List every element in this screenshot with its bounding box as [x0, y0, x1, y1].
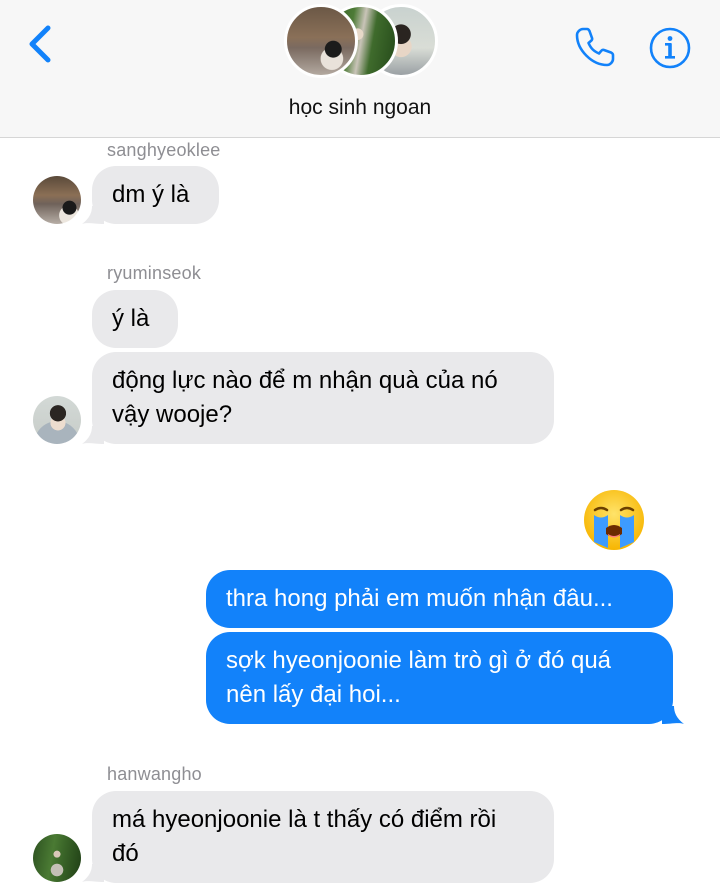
bubble-tail [662, 706, 684, 724]
message-text-line: sợk hyeonjoonie làm trò gì ở đó quá [226, 647, 612, 674]
message-text-line: vậy wooje? [112, 401, 233, 428]
message-text-line: má hyeonjoonie là t thấy có điểm rồi [112, 806, 497, 833]
info-icon [649, 27, 691, 69]
message-bubble[interactable]: động lực nào để m nhận quà của nó vậy wo… [92, 352, 554, 444]
group-member-avatar [284, 4, 358, 78]
message-bubble[interactable]: ý là [92, 290, 178, 348]
message-text-line: động lực nào để m nhận quà của nó [112, 367, 498, 394]
sender-avatar[interactable] [33, 396, 81, 444]
sender-name: hanwangho [107, 764, 202, 784]
sender-avatar[interactable] [33, 834, 81, 882]
sender-name: sanghyeoklee [107, 140, 221, 160]
outgoing-message-bubble[interactable]: sợk hyeonjoonie làm trò gì ở đó quá nên … [206, 632, 673, 724]
back-button[interactable] [22, 22, 62, 66]
phone-icon [575, 27, 615, 67]
message-text: ý là [112, 305, 150, 332]
call-button[interactable] [572, 24, 618, 70]
message-bubble[interactable]: dm ý là [92, 166, 219, 224]
message-text-line: đó [112, 840, 139, 867]
message-text-line: nên lấy đại hoi... [226, 681, 401, 708]
conversation-title[interactable]: học sinh ngoan [0, 96, 720, 120]
conversation-header: học sinh ngoan [0, 0, 720, 138]
group-avatar-stack[interactable] [284, 4, 438, 80]
outgoing-message-bubble[interactable]: thra hong phải em muốn nhận đâu... [206, 570, 673, 628]
sender-avatar[interactable] [33, 176, 81, 224]
message-bubble[interactable]: má hyeonjoonie là t thấy có điểm rồi đó [92, 791, 554, 883]
message-text: thra hong phải em muốn nhận đâu... [226, 585, 613, 612]
chevron-left-icon [29, 25, 51, 63]
info-button[interactable] [648, 26, 692, 70]
loudly-crying-face-emoji[interactable] [582, 488, 646, 552]
message-text: dm ý là [112, 181, 190, 208]
sender-name: ryuminseok [107, 263, 202, 283]
